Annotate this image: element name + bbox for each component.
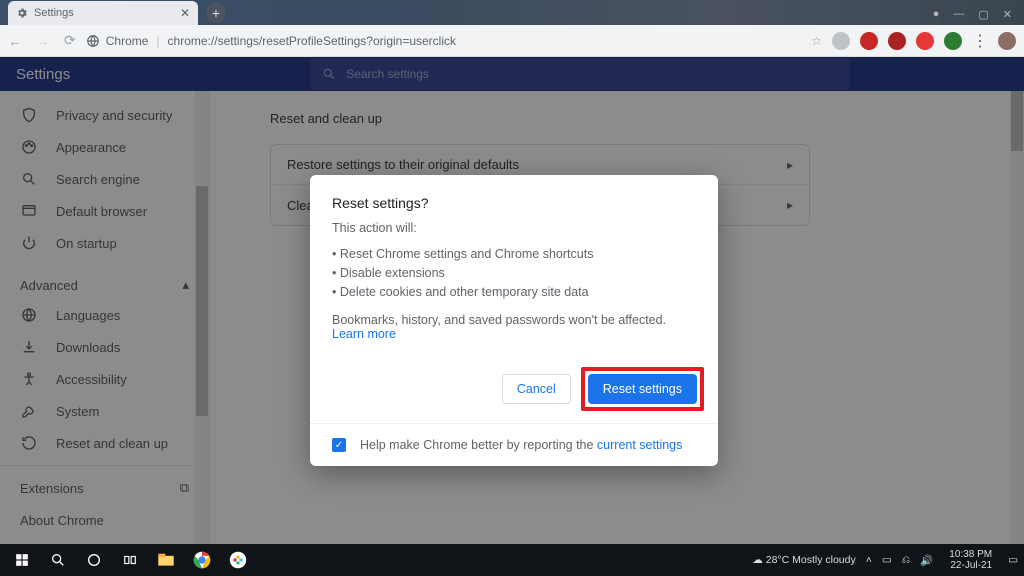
omnibox[interactable]: Chrome | chrome://settings/resetProfileS…	[86, 34, 822, 48]
forward-icon[interactable]: →	[36, 33, 50, 49]
site-icon	[86, 34, 100, 48]
extensions-tray: ⋮	[832, 31, 1016, 51]
maximize-icon[interactable]: ▢	[978, 8, 988, 21]
dialog-bullets: Reset Chrome settings and Chrome shortcu…	[332, 245, 696, 301]
battery-icon[interactable]: ▭	[882, 554, 892, 566]
volume-icon[interactable]: 🔊	[920, 554, 933, 567]
windows-taskbar: ☁ 28°C Mostly cloudy ˄ ▭ ⎌ 🔊 10:38 PM 22…	[0, 544, 1024, 576]
dialog-note: Bookmarks, history, and saved passwords …	[332, 313, 696, 341]
chrome-icon[interactable]	[186, 546, 218, 574]
extension-icon[interactable]	[944, 32, 962, 50]
tray-chevron-icon[interactable]: ˄	[866, 554, 872, 566]
taskbar-search-icon[interactable]	[42, 546, 74, 574]
weather-icon: ☁	[752, 554, 763, 566]
extension-icon[interactable]	[832, 32, 850, 50]
current-settings-link[interactable]: current settings	[597, 438, 682, 452]
back-icon[interactable]: ←	[8, 33, 22, 49]
window-titlebar: Settings ✕ + ● — ▢ ✕	[0, 0, 1024, 25]
reset-settings-button[interactable]: Reset settings	[588, 374, 697, 404]
dialog-intro: This action will:	[332, 221, 696, 235]
tab-title: Settings	[34, 7, 74, 19]
profile-avatar[interactable]	[998, 32, 1016, 50]
star-icon[interactable]: ☆	[811, 34, 822, 48]
window-extra-icon[interactable]: ●	[933, 8, 940, 21]
notifications-icon[interactable]: ▭	[1008, 554, 1018, 566]
dialog-title: Reset settings?	[332, 195, 696, 211]
cortana-icon[interactable]	[78, 546, 110, 574]
gear-icon	[16, 7, 28, 19]
new-tab-button[interactable]: +	[206, 3, 226, 23]
extension-icon[interactable]	[916, 32, 934, 50]
report-checkbox[interactable]: ✓	[332, 438, 346, 452]
footer-text: Help make Chrome better by reporting the…	[360, 438, 682, 452]
start-button[interactable]	[6, 546, 38, 574]
learn-more-link[interactable]: Learn more	[332, 327, 396, 341]
cancel-button[interactable]: Cancel	[502, 374, 571, 404]
system-clock[interactable]: 10:38 PM 22-Jul-21	[943, 549, 998, 571]
close-window-icon[interactable]: ✕	[1003, 8, 1012, 21]
file-explorer-icon[interactable]	[150, 546, 182, 574]
browser-tab[interactable]: Settings ✕	[8, 1, 198, 25]
weather-widget[interactable]: ☁ 28°C Mostly cloudy	[752, 554, 855, 566]
window-controls: ● — ▢ ✕	[933, 8, 1024, 25]
reload-icon[interactable]: ⟳	[64, 32, 76, 49]
extension-icon[interactable]	[860, 32, 878, 50]
url-text: chrome://settings/resetProfileSettings?o…	[168, 34, 456, 48]
slack-icon[interactable]	[222, 546, 254, 574]
extension-icon[interactable]	[888, 32, 906, 50]
reset-settings-dialog: Reset settings? This action will: Reset …	[310, 175, 718, 466]
wifi-icon[interactable]: ⎌	[902, 554, 910, 567]
taskview-icon[interactable]	[114, 546, 146, 574]
address-bar: ← → ⟳ Chrome | chrome://settings/resetPr…	[0, 25, 1024, 57]
minimize-icon[interactable]: —	[953, 8, 964, 21]
close-icon[interactable]: ✕	[180, 6, 190, 20]
highlight-ring: Reset settings	[581, 367, 704, 411]
url-label: Chrome	[106, 34, 149, 48]
kebab-icon[interactable]: ⋮	[972, 31, 988, 51]
